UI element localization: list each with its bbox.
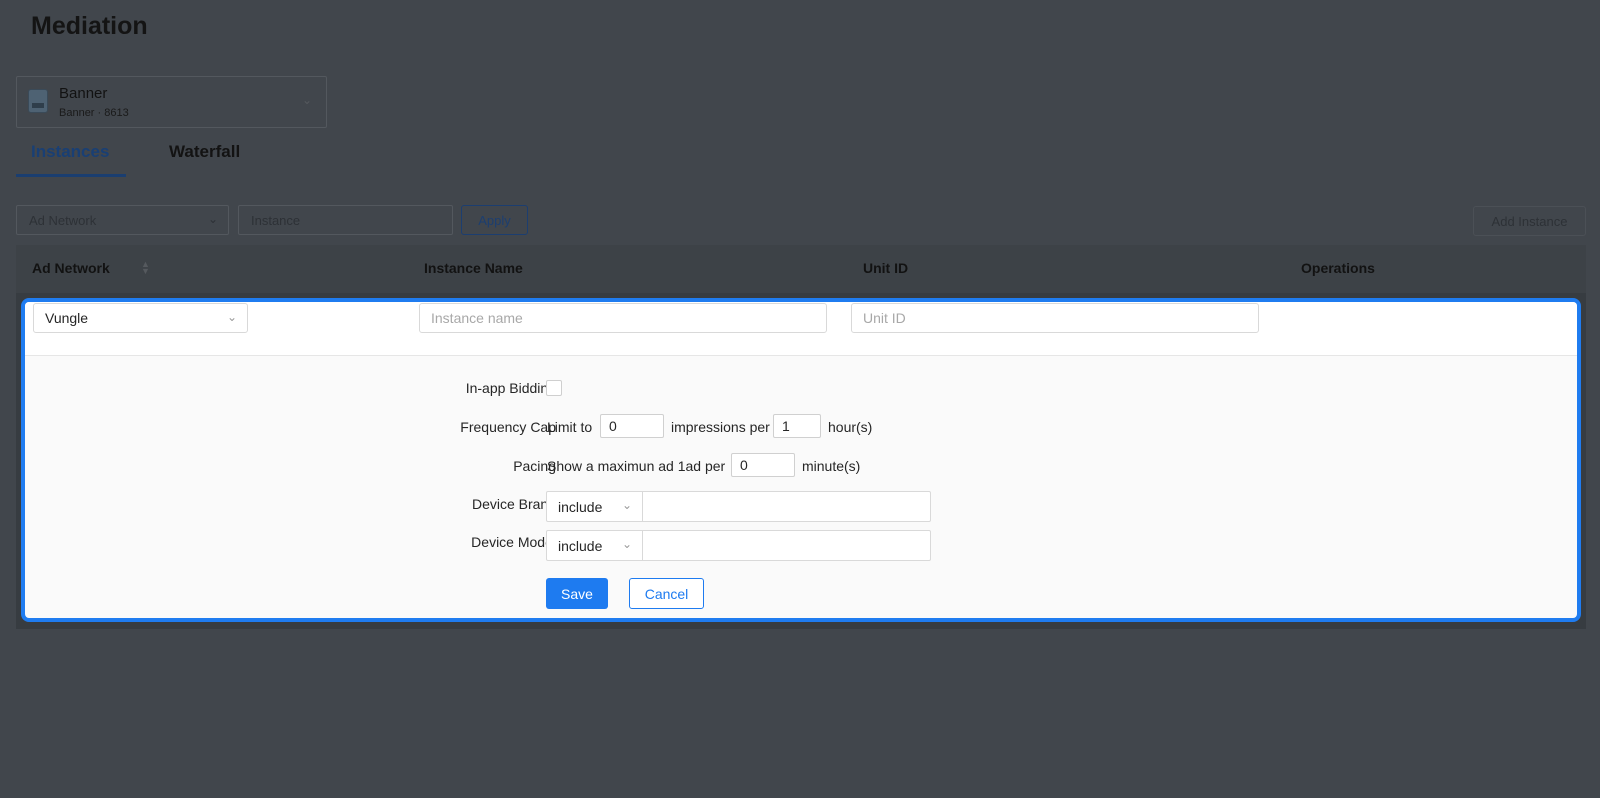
ad-network-filter-placeholder: Ad Network	[29, 213, 97, 228]
page-title: Mediation	[31, 12, 148, 40]
device-model-label: Device Model	[471, 534, 556, 550]
device-brand-mode-value: include	[558, 499, 603, 515]
chevron-down-icon: ⌄	[207, 212, 218, 226]
device-model-mode-select[interactable]: include ⌄	[547, 531, 643, 560]
column-ad-network[interactable]: Ad Network	[32, 260, 110, 276]
instance-filter[interactable]: Instance	[238, 205, 453, 235]
active-tab-indicator	[16, 174, 126, 177]
device-model-mode-value: include	[558, 538, 603, 554]
ad-network-select-value: Vungle	[45, 310, 89, 326]
instance-filter-placeholder: Instance	[251, 213, 301, 228]
device-model-input[interactable]	[644, 531, 930, 560]
unit-id-input[interactable]	[851, 303, 1259, 333]
ad-network-select[interactable]: Vungle ⌄	[33, 303, 248, 333]
in-app-bidding-label: In-app Bidding	[465, 380, 556, 396]
ad-network-filter[interactable]: Ad Network ⌄	[16, 205, 229, 235]
frequency-hours-unit: hour(s)	[828, 419, 873, 435]
app-subtitle: Banner · 8613	[59, 107, 129, 119]
instance-name-input[interactable]	[419, 303, 827, 333]
chevron-down-icon: ⌄	[226, 310, 237, 324]
table-header: Ad Network ▲ ▼ Instance Name Unit ID Oper…	[16, 245, 1586, 293]
chevron-down-icon: ⌄	[621, 498, 632, 512]
app-name: Banner	[59, 85, 108, 102]
device-brand-field: include ⌄	[546, 491, 931, 522]
tab-instances[interactable]: Instances	[31, 142, 109, 162]
frequency-cap-label: Frequency Cap	[460, 419, 556, 435]
frequency-limit-prefix: Limit to	[547, 419, 593, 435]
app-icon	[28, 89, 48, 113]
chevron-down-icon: ⌄	[621, 537, 632, 551]
pacing-label: Pacing	[513, 458, 556, 474]
frequency-hours-input[interactable]	[773, 414, 821, 438]
pacing-minutes-input[interactable]	[731, 453, 795, 477]
device-brand-mode-select[interactable]: include ⌄	[547, 492, 643, 521]
instance-edit-form: Vungle ⌄ In-app Bidding Frequency Cap Li…	[21, 298, 1581, 622]
in-app-bidding-checkbox[interactable]	[546, 380, 562, 396]
pacing-minutes-unit: minute(s)	[802, 458, 861, 474]
frequency-impressions-input[interactable]	[600, 414, 664, 438]
app-selector[interactable]: Banner Banner · 8613 ⌄	[16, 76, 327, 128]
add-instance-button[interactable]: Add Instance	[1473, 206, 1586, 236]
column-unit-id: Unit ID	[863, 260, 909, 276]
device-model-field: include ⌄	[546, 530, 931, 561]
device-brand-input[interactable]	[644, 492, 930, 521]
pacing-prefix: Show a maximun ad 1ad per	[547, 458, 726, 474]
cancel-button[interactable]: Cancel	[629, 578, 704, 609]
tab-waterfall[interactable]: Waterfall	[169, 142, 240, 162]
column-operations: Operations	[1301, 260, 1375, 276]
frequency-impressions-per: impressions per	[671, 419, 770, 435]
column-instance-name: Instance Name	[424, 260, 523, 276]
chevron-down-icon: ⌄	[301, 93, 312, 107]
instance-edit-header-row: Vungle ⌄	[25, 302, 1577, 356]
save-button[interactable]: Save	[546, 578, 608, 609]
sort-icon[interactable]: ▲ ▼	[141, 260, 150, 276]
device-brand-label: Device Brand	[471, 496, 556, 512]
apply-button[interactable]: Apply	[461, 205, 528, 235]
